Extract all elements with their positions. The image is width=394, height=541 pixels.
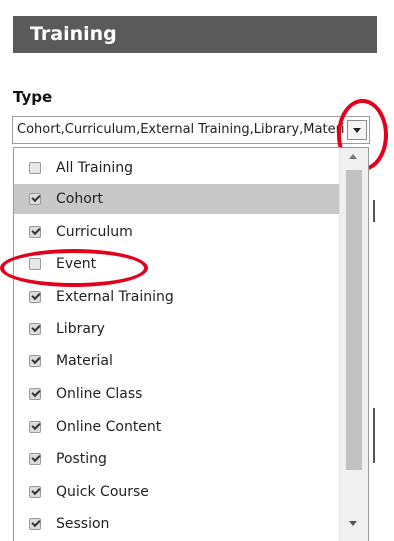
option-cohort[interactable]: Cohort xyxy=(14,184,339,214)
training-filter-panel: Training Type Cohort,Curriculum,External… xyxy=(0,0,394,541)
scrollbar-thumb[interactable] xyxy=(346,170,362,470)
type-label: Type xyxy=(13,88,53,106)
checkbox-unchecked-icon[interactable] xyxy=(29,162,41,174)
checkbox-checked-icon[interactable] xyxy=(29,387,41,400)
checkbox-checked-icon[interactable] xyxy=(29,420,41,433)
checkbox-checked-icon[interactable] xyxy=(29,225,41,238)
checkbox-checked-icon[interactable] xyxy=(29,290,41,303)
option-online-content[interactable]: Online Content xyxy=(14,412,339,442)
option-label: Posting xyxy=(56,451,107,467)
option-label: Session xyxy=(56,516,110,532)
option-label: Quick Course xyxy=(56,484,149,500)
scroll-up-arrow-icon[interactable] xyxy=(349,154,357,159)
option-label: All Training xyxy=(56,160,134,176)
option-label: Online Class xyxy=(56,386,143,402)
type-dropdown-list: All Training Cohort Curriculum Event Ext… xyxy=(13,147,369,541)
checkbox-checked-icon[interactable] xyxy=(29,192,41,205)
section-title: Training xyxy=(30,23,117,45)
option-session[interactable]: Session xyxy=(14,509,339,539)
option-material[interactable]: Material xyxy=(14,346,339,376)
scroll-down-arrow-icon[interactable] xyxy=(349,521,357,526)
option-library[interactable]: Library xyxy=(14,314,339,344)
checkbox-checked-icon[interactable] xyxy=(29,517,41,530)
option-all-training[interactable]: All Training xyxy=(14,153,339,183)
option-label: Curriculum xyxy=(56,224,133,240)
dropdown-scrollbar[interactable] xyxy=(339,148,368,541)
section-header: Training xyxy=(13,16,377,53)
checkbox-checked-icon[interactable] xyxy=(29,354,41,367)
background-divider xyxy=(373,200,375,222)
option-posting[interactable]: Posting xyxy=(14,444,339,474)
option-label: Material xyxy=(56,353,113,369)
background-divider xyxy=(373,408,375,463)
checkbox-checked-icon[interactable] xyxy=(29,322,41,335)
option-label: Library xyxy=(56,321,105,337)
option-label: Online Content xyxy=(56,419,162,435)
type-select[interactable]: Cohort,Curriculum,External Training,Libr… xyxy=(12,116,370,144)
checkbox-checked-icon[interactable] xyxy=(29,485,41,498)
option-curriculum[interactable]: Curriculum xyxy=(14,217,339,247)
checkbox-checked-icon[interactable] xyxy=(29,452,41,465)
option-quick-course[interactable]: Quick Course xyxy=(14,477,339,507)
option-online-class[interactable]: Online Class xyxy=(14,379,339,409)
option-label: Cohort xyxy=(56,191,104,207)
annotation-circle-event-option xyxy=(0,249,148,287)
type-select-value: Cohort,Curriculum,External Training,Libr… xyxy=(17,122,345,137)
